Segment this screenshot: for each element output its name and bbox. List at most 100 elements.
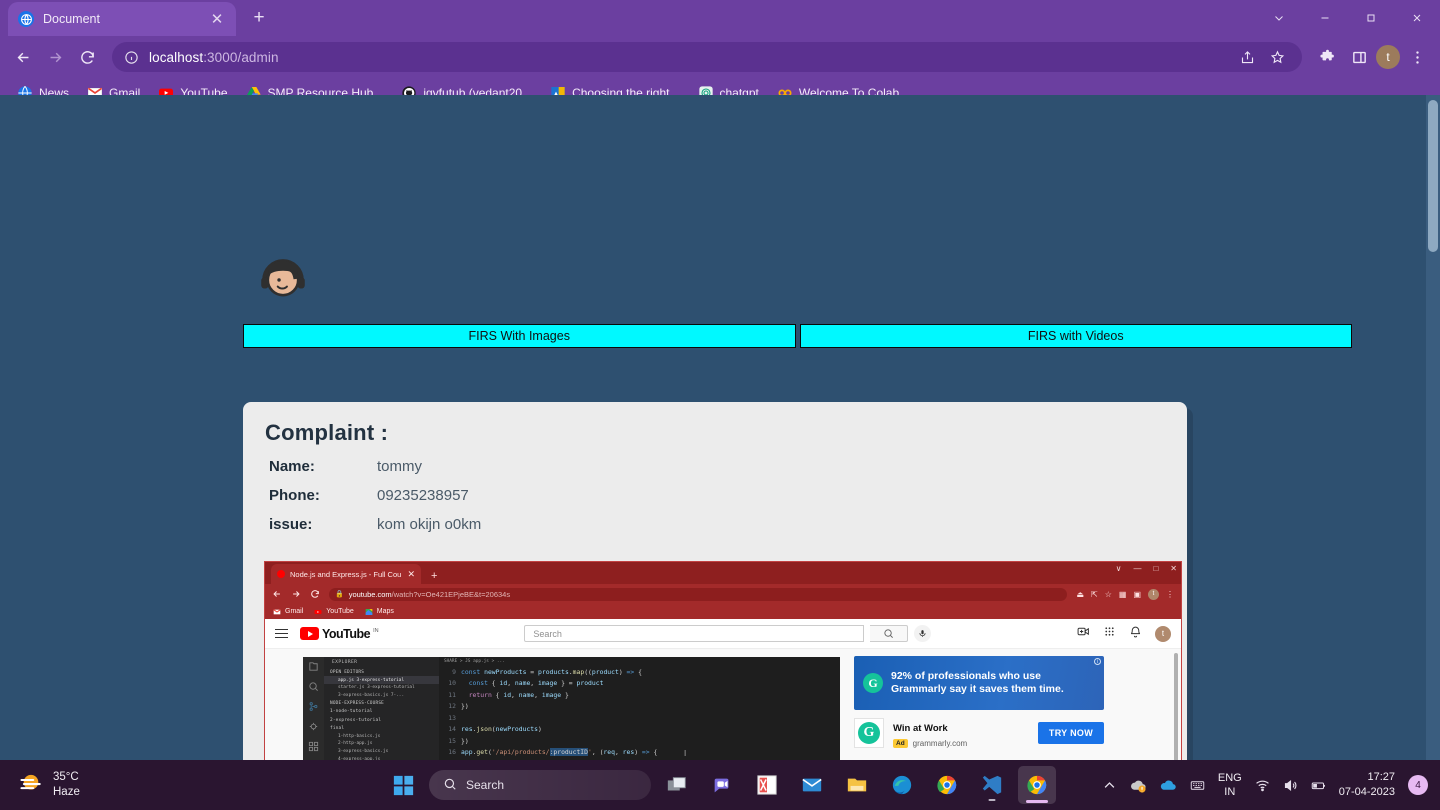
battery-icon[interactable] xyxy=(1311,778,1326,793)
panel-icon[interactable] xyxy=(1344,42,1374,72)
language-primary: ENG xyxy=(1217,772,1242,784)
weather-condition: Haze xyxy=(53,786,80,798)
cast-icon: ⏏ xyxy=(1076,589,1084,599)
weather-temperature: 35°C xyxy=(53,771,79,783)
firs-with-videos-button[interactable]: FIRS with Videos xyxy=(799,324,1352,348)
text-cursor-icon: I xyxy=(684,749,687,758)
taskbar: 35°C Haze Search ENG IN 17:27 07-04-2023… xyxy=(0,760,1440,810)
explorer-file: app.js 3-express-tutorial xyxy=(324,676,439,684)
chevron-down-icon[interactable] xyxy=(1256,0,1302,36)
taskbar-search[interactable]: Search xyxy=(429,770,651,800)
youtube-body: EXPLORER OPEN EDITORS app.js 3-express-t… xyxy=(265,649,1181,760)
clock-date: 07-04-2023 xyxy=(1338,786,1395,798)
language-indicator[interactable]: ENG IN xyxy=(1218,771,1242,799)
browser-tab[interactable]: Document ✕ xyxy=(8,2,236,36)
panel-icon: ▣ xyxy=(1133,589,1141,599)
ad-details-row: G Win at Work Ad grammarly.com TRY NOW xyxy=(854,718,1104,748)
screenshot-tab-title: Node.js and Express.js - Full Cou xyxy=(290,569,402,579)
chevron-up-icon[interactable] xyxy=(1102,778,1117,793)
hamburger-icon xyxy=(275,628,288,639)
profile-avatar[interactable]: t xyxy=(1376,45,1400,69)
mail-icon[interactable] xyxy=(793,766,831,804)
forward-icon xyxy=(291,589,301,599)
tab-title: Document xyxy=(43,12,100,26)
new-tab-button: + xyxy=(431,570,438,582)
volume-icon[interactable] xyxy=(1283,778,1298,793)
grammarly-logo-box: G xyxy=(854,718,884,748)
youtube-country-code: IN xyxy=(373,627,379,634)
task-view-icon[interactable] xyxy=(658,766,696,804)
close-icon: ✕ xyxy=(407,568,415,579)
search-icon xyxy=(443,777,457,794)
notification-badge[interactable]: 4 xyxy=(1408,775,1428,795)
reload-button[interactable] xyxy=(72,42,102,72)
edge-icon[interactable] xyxy=(883,766,921,804)
page-scrollbar-thumb[interactable] xyxy=(1428,100,1438,252)
chat-video-icon[interactable] xyxy=(703,766,741,804)
vscode-icon[interactable] xyxy=(973,766,1011,804)
back-button[interactable] xyxy=(8,42,38,72)
keyboard-icon[interactable] xyxy=(1190,778,1205,793)
lock-icon: 🔒 xyxy=(335,591,344,598)
vscode-activity-bar xyxy=(303,657,324,760)
wifi-icon[interactable] xyxy=(1255,778,1270,793)
screenshot-window-controls: ∨ — □ ✕ xyxy=(1116,564,1177,573)
ad-meta: Win at Work Ad grammarly.com xyxy=(893,718,1029,748)
maximize-icon[interactable] xyxy=(1348,0,1394,36)
bookmark-label: Maps xyxy=(376,608,394,615)
screenshot-profile-avatar: t xyxy=(1148,588,1159,600)
share-icon[interactable] xyxy=(1234,44,1260,70)
explorer-file: 3-express-basics.js 7-... xyxy=(338,693,405,699)
bookmark-label: Gmail xyxy=(285,608,304,615)
puzzle-icon[interactable] xyxy=(1312,42,1342,72)
headphone-face-avatar-icon xyxy=(250,243,316,309)
windows-start-icon[interactable] xyxy=(384,766,422,804)
field-phone: Phone: 09235238957 xyxy=(269,487,1187,504)
browser-toolbar: localhost:3000/admin t xyxy=(0,36,1440,78)
youtube-actions: t xyxy=(1077,625,1171,643)
extensions-icon xyxy=(308,741,319,752)
firs-with-images-button[interactable]: FIRS With Images xyxy=(243,324,796,348)
folder-icon[interactable] xyxy=(838,766,876,804)
explorer-folder: 2-express-tutorial xyxy=(330,717,382,723)
bookmark-maps: Maps xyxy=(365,608,394,616)
browser-chrome: Document ✕ + localhost:3000/admin t News… xyxy=(0,0,1440,108)
kebab-menu-icon[interactable] xyxy=(1402,42,1432,72)
clock[interactable]: 17:27 07-04-2023 xyxy=(1339,770,1395,800)
minimize-icon: — xyxy=(1133,564,1142,573)
screenshot-toolbar-right: ⏏ ⇱ ☆ ▦ ▣ t ⋮ xyxy=(1076,588,1174,600)
ad-badge: Ad xyxy=(893,739,908,748)
youtube-play-icon xyxy=(300,627,319,640)
try-now-button: TRY NOW xyxy=(1037,722,1104,744)
line-numbers: 910111213141516171819202122 xyxy=(448,668,456,760)
youtube-scrollbar xyxy=(1174,653,1178,760)
explorer-file: 3-express-basics.js xyxy=(338,749,389,755)
chrome-active-icon[interactable] xyxy=(1018,766,1056,804)
grammarly-logo-icon: G xyxy=(863,673,883,693)
puzzle-icon: ▦ xyxy=(1118,589,1127,599)
code-lines: const newProducts = products.map((produc… xyxy=(461,668,658,760)
window-close-icon: ✕ xyxy=(1170,564,1177,573)
language-secondary: IN xyxy=(1224,786,1236,798)
minimize-icon[interactable] xyxy=(1302,0,1348,36)
explorer-file: starter.js 3-express-tutorial xyxy=(338,685,415,691)
forward-button[interactable] xyxy=(40,42,70,72)
onedrive-icon[interactable] xyxy=(1130,777,1147,794)
new-tab-button[interactable]: + xyxy=(246,5,272,31)
address-bar[interactable]: localhost:3000/admin xyxy=(112,42,1302,72)
cloud-icon[interactable] xyxy=(1160,777,1177,794)
maximize-icon: □ xyxy=(1153,564,1159,573)
grammarly-logo-icon: G xyxy=(858,722,880,744)
bookmark-gmail: Gmail xyxy=(273,608,303,616)
ad-title: Win at Work xyxy=(893,723,948,734)
window-close-icon[interactable] xyxy=(1394,0,1440,36)
weather-widget[interactable]: 35°C Haze xyxy=(18,770,80,801)
close-icon[interactable]: ✕ xyxy=(208,12,226,27)
vscode-explorer: EXPLORER OPEN EDITORS app.js 3-express-t… xyxy=(324,657,439,760)
chrome-icon[interactable] xyxy=(928,766,966,804)
breadcrumb: SHARE > JS app.js > ... xyxy=(444,659,505,664)
complaint-screenshot: Node.js and Express.js - Full Cou ✕ + ∨ … xyxy=(264,561,1182,760)
star-icon[interactable] xyxy=(1264,44,1290,70)
create-video-icon xyxy=(1077,625,1090,643)
office-icon[interactable] xyxy=(748,766,786,804)
